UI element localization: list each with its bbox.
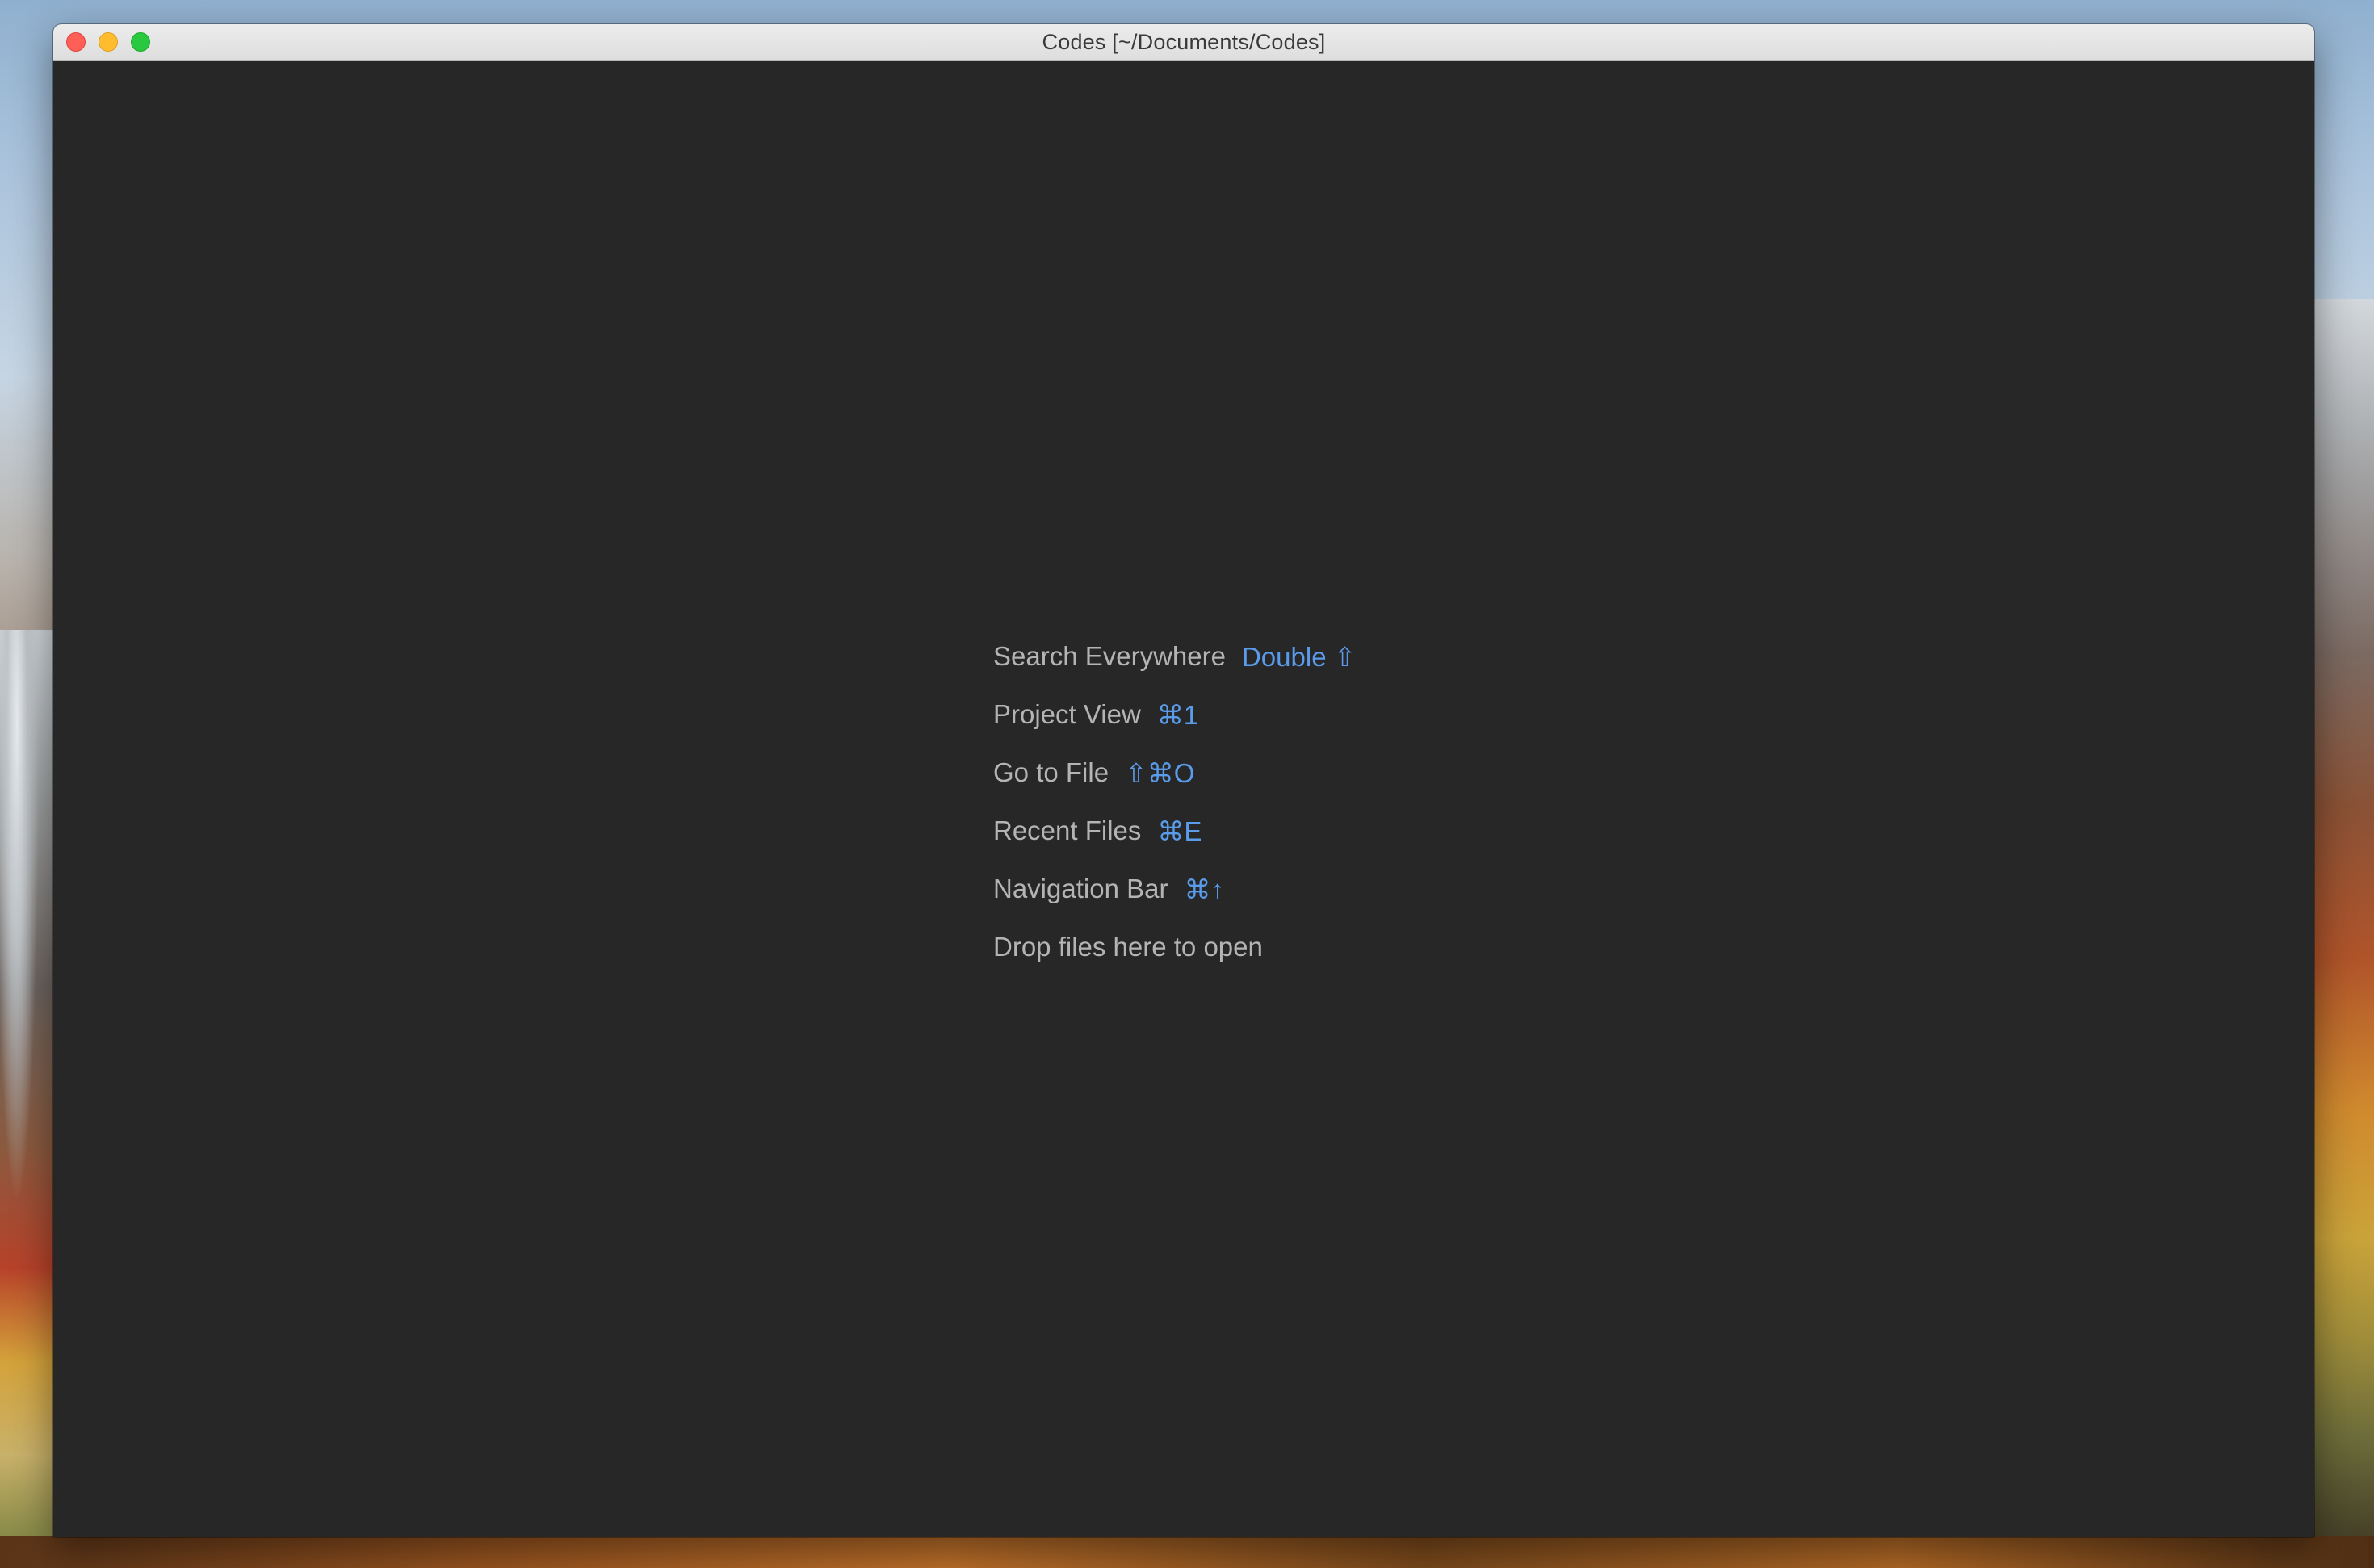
empty-editor-area[interactable]: Search Everywhere Double ⇧ Project View … <box>53 61 2314 1537</box>
hint-search-everywhere: Search Everywhere Double ⇧ <box>993 627 1356 685</box>
minimize-window-button[interactable] <box>99 32 118 52</box>
hint-label: Drop files here to open <box>993 932 1263 962</box>
hint-shortcut: ⌘1 <box>1156 699 1199 730</box>
hint-recent-files: Recent Files ⌘E <box>993 802 1356 860</box>
hint-label: Search Everywhere <box>993 641 1226 671</box>
hint-shortcut: ⌘↑ <box>1184 874 1224 904</box>
hint-label: Project View <box>993 699 1141 729</box>
desktop-wallpaper-right <box>2309 299 2374 1568</box>
hint-label: Navigation Bar <box>993 874 1168 903</box>
hint-shortcut: ⌘E <box>1157 815 1202 846</box>
hint-project-view: Project View ⌘1 <box>993 685 1356 744</box>
empty-editor-hints: Search Everywhere Double ⇧ Project View … <box>993 627 1356 976</box>
hint-shortcut: ⇧⌘O <box>1125 757 1195 788</box>
hint-shortcut: Double ⇧ <box>1241 641 1357 672</box>
window-titlebar[interactable]: Codes [~/Documents/Codes] <box>53 24 2314 61</box>
hint-label: Recent Files <box>993 815 1142 845</box>
hint-label: Go to File <box>993 757 1109 787</box>
hint-navigation-bar: Navigation Bar ⌘↑ <box>993 860 1356 918</box>
hint-go-to-file: Go to File ⇧⌘O <box>993 744 1356 802</box>
ide-window: Codes [~/Documents/Codes] Search Everywh… <box>53 24 2314 1537</box>
window-controls <box>66 24 150 60</box>
desktop-wallpaper-left <box>0 630 57 1568</box>
close-window-button[interactable] <box>66 32 86 52</box>
zoom-window-button[interactable] <box>131 32 150 52</box>
hint-drop-files: Drop files here to open <box>993 918 1356 976</box>
window-title: Codes [~/Documents/Codes] <box>1042 29 1326 54</box>
desktop-wallpaper-bottom <box>0 1536 2374 1568</box>
